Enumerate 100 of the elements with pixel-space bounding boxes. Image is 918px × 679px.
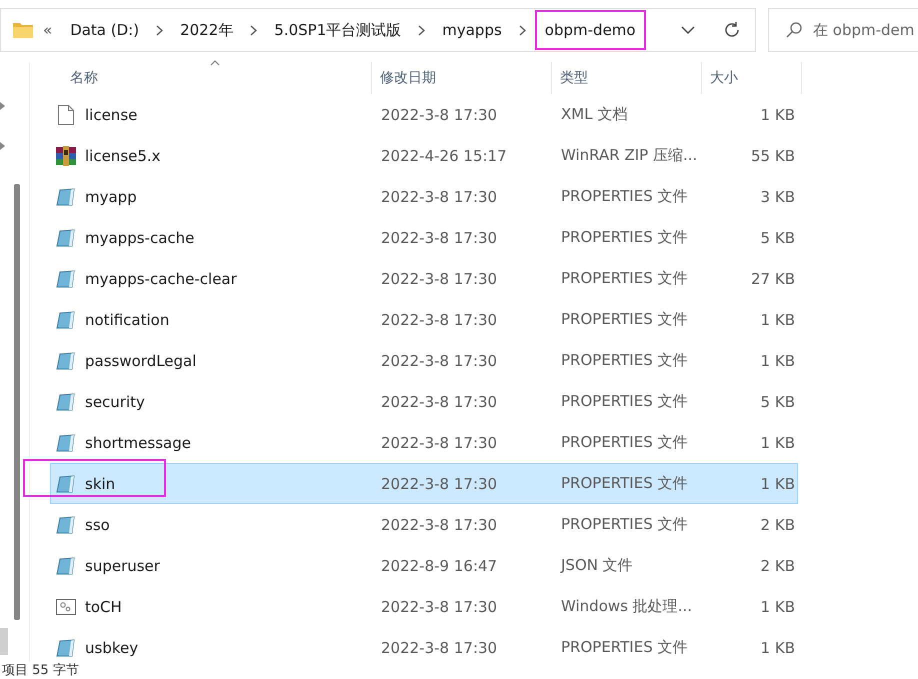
notepad-icon (56, 270, 76, 288)
modified-date: 2022-3-8 17:30 (380, 598, 498, 616)
notepad-icon (56, 188, 76, 206)
file-type: PROPERTIES 文件 (560, 351, 688, 370)
file-row[interactable]: myapp 2022-3-8 17:30 PROPERTIES 文件 3 KB (50, 176, 798, 217)
notepad-icon (56, 474, 76, 492)
expand-arrow-icon[interactable] (0, 102, 5, 110)
nav-selection-background (0, 628, 8, 655)
file-size: 3 KB (760, 188, 796, 206)
file-row[interactable]: sso 2022-3-8 17:30 PROPERTIES 文件 2 KB (50, 504, 798, 545)
file-name: passwordLegal (85, 352, 196, 370)
file-size: 1 KB (760, 310, 796, 328)
scrollbar-thumb[interactable] (14, 184, 20, 620)
file-size: 1 KB (760, 598, 796, 616)
file-type: PROPERTIES 文件 (560, 228, 688, 247)
status-text: 项目 55 字节 (2, 663, 79, 678)
breadcrumb-item[interactable]: Data (D:) (62, 10, 148, 50)
file-name: security (85, 392, 145, 410)
file-type: PROPERTIES 文件 (560, 392, 688, 411)
address-bar[interactable]: « Data (D:) 2022年 5.0SP1平台测试版 myapps obpm-demo (0, 8, 756, 52)
file-row[interactable]: superuser 2022-8-9 16:47 JSON 文件 2 KB (50, 545, 798, 586)
modified-date: 2022-3-8 17:30 (380, 516, 498, 534)
file-row[interactable]: security 2022-3-8 17:30 PROPERTIES 文件 5 KB (50, 381, 798, 422)
modified-date: 2022-3-8 17:30 (380, 188, 498, 206)
notepad-icon (56, 392, 76, 410)
folder-icon (13, 22, 33, 38)
file-row[interactable]: license 2022-3-8 17:30 XML 文档 1 KB (50, 94, 798, 135)
notepad-icon (56, 556, 76, 574)
column-header[interactable]: 名称 (50, 62, 372, 94)
file-row[interactable]: myapps-cache-clear 2022-3-8 17:30 PROPERTIES 文件 27 KB (50, 258, 798, 299)
file-type: PROPERTIES 文件 (560, 433, 688, 452)
file-size: 5 KB (760, 392, 796, 410)
file-size: 1 KB (760, 352, 796, 370)
file-type: JSON 文件 (559, 556, 634, 575)
search-placeholder: 在 obpm-dem (813, 20, 914, 40)
file-type: PROPERTIES 文件 (560, 187, 688, 206)
file-name: myapps-cache (85, 228, 194, 246)
modified-date: 2022-3-8 17:30 (380, 310, 498, 328)
file-type: XML 文档 (560, 105, 628, 124)
breadcrumb-item[interactable]: 5.0SP1平台测试版 (266, 10, 410, 50)
file-row[interactable]: license5.x 2022-4-26 15:17 WinRAR ZIP 压缩... 55 KB (50, 135, 798, 176)
notepad-icon (56, 352, 76, 370)
file-size: 5 KB (760, 228, 796, 246)
file-name: usbkey (85, 638, 138, 656)
column-header[interactable]: 修改日期 (372, 62, 552, 94)
notepad-icon (56, 638, 76, 656)
file-size: 2 KB (760, 516, 796, 534)
file-size: 27 KB (750, 270, 796, 288)
file-row[interactable]: shortmessage 2022-3-8 17:30 PROPERTIES 文件 1 KB (50, 422, 798, 463)
file-type: WinRAR ZIP 压缩... (560, 146, 698, 165)
notepad-icon (56, 516, 76, 534)
file-size: 1 KB (760, 638, 796, 656)
file-name: superuser (85, 556, 160, 574)
file-size: 1 KB (760, 434, 796, 452)
file-type: PROPERTIES 文件 (560, 474, 688, 493)
modified-date: 2022-3-8 17:30 (380, 638, 498, 656)
file-row[interactable]: notification 2022-3-8 17:30 PROPERTIES 文件 1 KB (50, 299, 798, 340)
modified-date: 2022-4-26 15:17 (380, 146, 508, 164)
chevron-down-icon[interactable] (681, 26, 695, 34)
file-row[interactable]: passwordLegal 2022-3-8 17:30 PROPERTIES 文件 1 KB (50, 340, 798, 381)
file-size: 55 KB (750, 146, 796, 164)
breadcrumb-item[interactable]: 2022年 (172, 10, 242, 50)
column-header[interactable]: 类型 (552, 62, 702, 94)
sort-caret-icon[interactable] (210, 60, 220, 66)
modified-date: 2022-3-8 17:30 (380, 106, 498, 124)
modified-date: 2022-3-8 17:30 (380, 474, 498, 492)
expand-arrow-icon[interactable] (0, 142, 5, 150)
file-name: myapp (85, 188, 137, 206)
file-name: shortmessage (85, 434, 191, 452)
file-name: toCH (85, 598, 122, 616)
file-type: Windows 批处理... (560, 597, 694, 616)
file-type: PROPERTIES 文件 (560, 310, 688, 329)
overflow-chevron[interactable]: « (43, 21, 52, 39)
file-type: PROPERTIES 文件 (560, 515, 688, 534)
search-icon (785, 21, 803, 39)
chevron-right-icon (518, 24, 526, 36)
gear-window-icon (56, 598, 76, 614)
modified-date: 2022-8-9 16:47 (380, 556, 498, 574)
notepad-icon (56, 434, 76, 452)
breadcrumb-item[interactable]: myapps (434, 10, 510, 50)
file-name: license (85, 106, 138, 124)
chevron-right-icon (418, 24, 426, 36)
breadcrumb-item[interactable]: obpm-demo (534, 10, 646, 50)
file-name: myapps-cache-clear (85, 270, 237, 288)
archive-icon (56, 146, 76, 166)
file-row[interactable]: myapps-cache 2022-3-8 17:30 PROPERTIES 文件 5 KB (50, 217, 798, 258)
file-name: license5.x (85, 146, 161, 164)
column-header[interactable]: 大小 (702, 62, 802, 94)
file-row[interactable]: toCH 2022-3-8 17:30 Windows 批处理... 1 KB (50, 586, 798, 627)
modified-date: 2022-3-8 17:30 (380, 228, 498, 246)
search-field[interactable]: 在 obpm-dem (768, 8, 918, 52)
notepad-icon (56, 310, 76, 328)
file-size: 1 KB (760, 474, 796, 492)
refresh-icon[interactable] (723, 21, 741, 39)
file-type: PROPERTIES 文件 (560, 638, 688, 657)
file-name: sso (85, 516, 110, 534)
modified-date: 2022-3-8 17:30 (380, 392, 498, 410)
chevron-right-icon (250, 24, 258, 36)
file-row[interactable]: skin 2022-3-8 17:30 PROPERTIES 文件 1 KB (50, 463, 798, 504)
file-size: 1 KB (760, 106, 796, 124)
